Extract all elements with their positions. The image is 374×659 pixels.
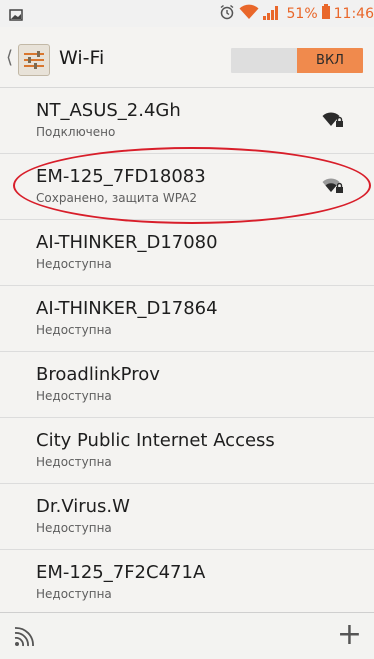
network-status: Недоступна xyxy=(36,587,112,601)
network-list: NT_ASUS_2.4Gh Подключено EM-125_7FD18083… xyxy=(0,88,374,616)
action-bar: ⟨ Wi-Fi ВКЛ xyxy=(0,27,374,88)
network-row[interactable]: AI-THINKER_D17864 Недоступна xyxy=(0,286,374,352)
wifi-lock-icon xyxy=(322,110,344,132)
network-ssid: EM-125_7F2C471A xyxy=(36,562,206,583)
network-row[interactable]: City Public Internet Access Недоступна xyxy=(0,418,374,484)
signal-icon xyxy=(262,4,283,24)
battery-icon xyxy=(321,4,330,23)
add-icon[interactable]: + xyxy=(337,620,362,650)
wifi-icon xyxy=(239,4,259,24)
network-status: Недоступна xyxy=(36,455,112,469)
network-ssid: AI-THINKER_D17080 xyxy=(36,232,218,253)
network-row[interactable]: Dr.Virus.W Недоступна xyxy=(0,484,374,550)
network-row[interactable]: BroadlinkProv Недоступна xyxy=(0,352,374,418)
wifi-lock-icon xyxy=(322,176,344,198)
image-icon xyxy=(9,6,23,25)
battery-percent: 51% xyxy=(286,5,318,22)
page-title: Wi-Fi xyxy=(59,47,105,69)
status-bar: 51% 11:46 xyxy=(0,0,374,27)
toggle-on-label: ВКЛ xyxy=(297,48,363,73)
wifi-toggle[interactable]: ВКЛ xyxy=(231,48,363,73)
network-status: Сохранено, защита WPA2 xyxy=(36,191,198,205)
network-status: Недоступна xyxy=(36,389,112,403)
network-status: Недоступна xyxy=(36,323,112,337)
network-status: Подключено xyxy=(36,125,116,139)
network-row[interactable]: EM-125_7F2C471A Недоступна xyxy=(0,550,374,616)
wifi-scan-icon[interactable] xyxy=(14,627,36,651)
bottom-bar: + xyxy=(0,612,374,659)
network-row[interactable]: AI-THINKER_D17080 Недоступна xyxy=(0,220,374,286)
back-chevron-icon[interactable]: ⟨ xyxy=(6,49,13,67)
network-row[interactable]: NT_ASUS_2.4Gh Подключено xyxy=(0,88,374,154)
network-ssid: City Public Internet Access xyxy=(36,430,275,451)
clock: 11:46 xyxy=(333,5,374,22)
network-ssid: AI-THINKER_D17864 xyxy=(36,298,218,319)
alarm-icon xyxy=(219,4,235,24)
network-row[interactable]: EM-125_7FD18083 Сохранено, защита WPA2 xyxy=(0,154,374,220)
network-ssid: BroadlinkProv xyxy=(36,364,160,385)
settings-sliders-icon[interactable] xyxy=(18,44,50,76)
network-status: Недоступна xyxy=(36,521,112,535)
network-status: Недоступна xyxy=(36,257,112,271)
network-ssid: NT_ASUS_2.4Gh xyxy=(36,100,181,121)
network-ssid: Dr.Virus.W xyxy=(36,496,130,517)
network-ssid: EM-125_7FD18083 xyxy=(36,166,206,187)
